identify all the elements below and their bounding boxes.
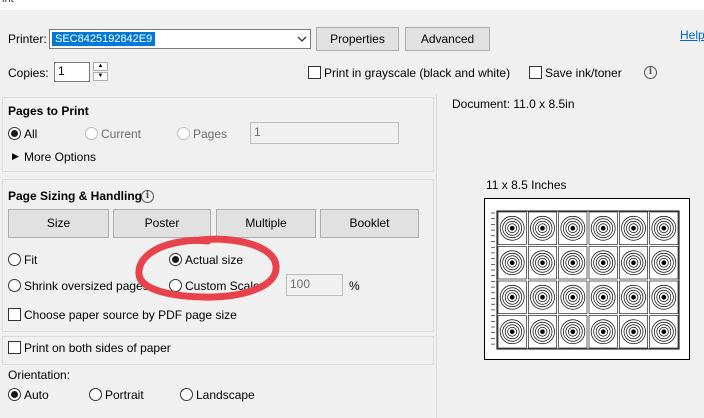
target-icon [651, 215, 677, 241]
radio-pages-all[interactable] [8, 127, 21, 140]
radio-orientation-auto-label: Auto [24, 388, 49, 402]
target-icon [560, 250, 586, 276]
target-icon [499, 319, 525, 345]
target-icon [560, 319, 586, 345]
chevron-down-icon[interactable] [294, 30, 310, 48]
window-title-fragment: int [2, 0, 14, 5]
paper-source-checkbox[interactable] [8, 308, 21, 321]
copies-input[interactable]: 1 [54, 62, 90, 82]
radio-orientation-portrait[interactable] [89, 388, 102, 401]
custom-scale-input[interactable]: 100 [286, 274, 343, 296]
target-icon [590, 215, 616, 241]
preview-targets [491, 210, 680, 350]
percent-sign: % [349, 279, 360, 293]
copies-increment-button[interactable]: ▲ [93, 62, 108, 71]
preview-divider [436, 94, 437, 418]
target-icon [530, 319, 555, 345]
duplex-checkbox[interactable] [8, 341, 21, 354]
radio-shrink-oversized[interactable] [8, 279, 21, 292]
target-icon [560, 284, 586, 310]
target-icon [621, 215, 646, 241]
target-icon [499, 250, 525, 276]
tab-size[interactable]: Size [8, 209, 109, 238]
orientation-label: Orientation: [8, 368, 71, 382]
info-icon[interactable]: i [644, 66, 657, 79]
target-icon [621, 319, 646, 345]
radio-pages-range[interactable] [177, 127, 190, 140]
grayscale-label: Print in grayscale (black and white) [324, 66, 511, 80]
title-strip: int [0, 0, 704, 10]
radio-orientation-landscape[interactable] [180, 388, 193, 401]
target-icon [651, 284, 677, 310]
document-size-label: Document: 11.0 x 8.5in [452, 97, 575, 111]
target-icon [651, 250, 677, 276]
grayscale-checkbox[interactable] [308, 66, 321, 79]
target-icon [530, 215, 555, 241]
target-icon [560, 215, 586, 241]
printer-select[interactable]: SEC8425192842E9 [49, 29, 311, 49]
properties-button[interactable]: Properties [316, 27, 399, 51]
target-icon [499, 215, 525, 241]
target-icon [590, 250, 616, 276]
preview-inner-frame [496, 210, 680, 350]
pages-to-print-heading: Pages to Print [8, 104, 89, 118]
duplex-label: Print on both sides of paper [24, 341, 171, 355]
radio-orientation-auto[interactable] [8, 388, 21, 401]
radio-fit-label: Fit [24, 253, 38, 267]
target-icon [530, 284, 555, 310]
red-annotation-circle [135, 235, 280, 301]
radio-fit[interactable] [8, 253, 21, 266]
radio-pages-all-label: All [24, 127, 38, 141]
copies-label: Copies: [8, 66, 49, 80]
printer-label: Printer: [8, 32, 47, 46]
radio-pages-range-label: Pages [193, 127, 228, 141]
target-icon [590, 284, 616, 310]
target-icon [651, 319, 677, 345]
page-sizing-heading: Page Sizing & Handling [8, 189, 143, 203]
copies-decrement-button[interactable]: ▼ [93, 72, 108, 81]
save-ink-checkbox[interactable] [529, 66, 542, 79]
target-icon [590, 319, 616, 345]
expand-triangle-icon[interactable]: ▶ [12, 151, 19, 162]
help-link[interactable]: Help [680, 28, 704, 42]
target-icon [530, 250, 555, 276]
page-sizing-info-icon[interactable]: i [141, 190, 154, 203]
save-ink-label: Save ink/toner [545, 66, 622, 80]
target-icon [621, 284, 646, 310]
radio-orientation-landscape-label: Landscape [196, 388, 255, 402]
radio-pages-current[interactable] [85, 127, 98, 140]
pages-range-input[interactable]: 1 [250, 122, 399, 144]
more-options-link[interactable]: More Options [24, 150, 96, 164]
radio-orientation-portrait-label: Portrait [105, 388, 144, 402]
print-preview-page [484, 198, 690, 360]
radio-pages-current-label: Current [101, 127, 142, 141]
page-size-label: 11 x 8.5 Inches [486, 178, 567, 192]
target-icon [499, 284, 525, 310]
paper-source-label: Choose paper source by PDF page size [24, 308, 237, 322]
tab-booklet[interactable]: Booklet [320, 209, 419, 238]
printer-selected-value: SEC8425192842E9 [52, 32, 156, 46]
target-icon [621, 250, 646, 276]
advanced-button[interactable]: Advanced [405, 27, 490, 51]
